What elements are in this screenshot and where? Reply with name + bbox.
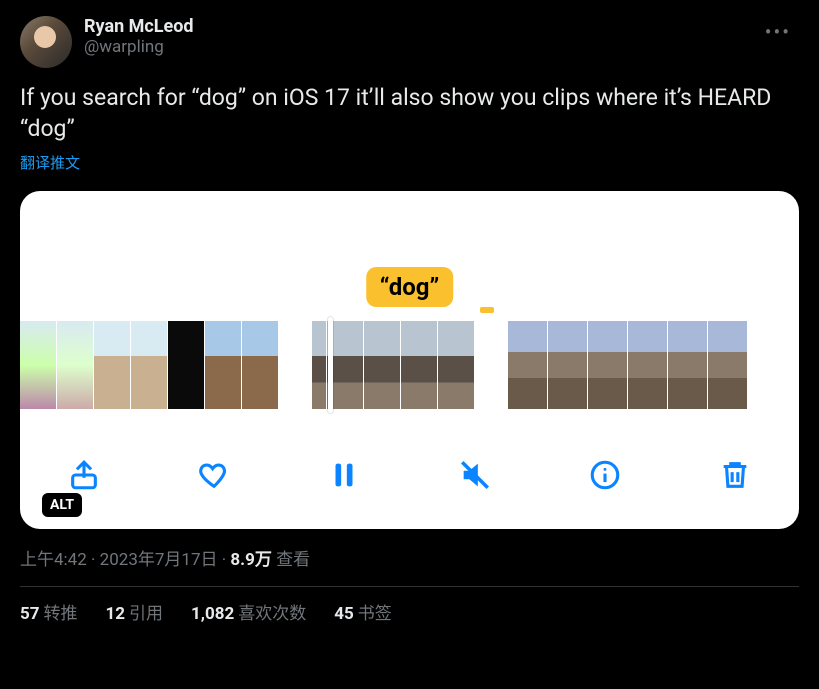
info-icon[interactable]: [585, 455, 625, 495]
video-frame: [628, 321, 667, 409]
caption-bubble: “dog”: [366, 267, 454, 307]
retweets-stat[interactable]: 57转推: [20, 599, 78, 624]
video-frame: [401, 321, 437, 409]
views-label: 查看: [272, 550, 310, 570]
video-frame: [94, 321, 130, 409]
tweet-time[interactable]: 上午4:42: [20, 550, 87, 570]
views-count: 8.9万: [230, 550, 271, 570]
handle: @warpling: [84, 37, 194, 57]
video-frame: [438, 321, 474, 409]
video-frame: [508, 321, 547, 409]
more-icon[interactable]: •••: [757, 16, 799, 48]
video-frame: [131, 321, 167, 409]
likes-stat[interactable]: 1,082喜欢次数: [191, 599, 306, 624]
video-frame: [168, 321, 204, 409]
video-frame: [20, 321, 56, 409]
video-frame: [668, 321, 707, 409]
video-frame: [364, 321, 400, 409]
tweet-container: Ryan McLeod @warpling ••• If you search …: [0, 0, 819, 624]
clip-thumbnail-group[interactable]: [508, 321, 747, 409]
tweet-text: If you search for “dog” on iOS 17 it’ll …: [20, 82, 799, 144]
video-frame: [57, 321, 93, 409]
avatar[interactable]: [20, 16, 72, 68]
alt-badge[interactable]: ALT: [42, 493, 82, 517]
video-timeline[interactable]: [20, 321, 799, 409]
tweet-meta: 上午4:42 · 2023年7月17日 · 8.9万 查看: [20, 545, 799, 570]
mute-icon[interactable]: [455, 455, 495, 495]
caption-marker: [480, 307, 494, 313]
video-frame: [708, 321, 747, 409]
share-icon[interactable]: [64, 455, 104, 495]
video-frame: [242, 321, 278, 409]
display-name: Ryan McLeod: [84, 16, 194, 37]
pause-icon[interactable]: [324, 455, 364, 495]
clip-thumbnail-group[interactable]: [312, 321, 474, 409]
trash-icon[interactable]: [715, 455, 755, 495]
video-frame: [312, 321, 326, 409]
bookmarks-stat[interactable]: 45书签: [334, 599, 392, 624]
heart-icon[interactable]: [194, 455, 234, 495]
stats-row: 57转推 12引用 1,082喜欢次数 45书签: [20, 599, 799, 624]
tweet-header: Ryan McLeod @warpling •••: [20, 16, 799, 68]
clip-thumbnail-group[interactable]: [20, 321, 278, 409]
video-frame: [548, 321, 587, 409]
playhead[interactable]: [328, 317, 333, 413]
video-frame: [205, 321, 241, 409]
video-frame: [588, 321, 627, 409]
tweet-date[interactable]: 2023年7月17日: [100, 550, 218, 570]
video-toolbar: [20, 455, 799, 495]
quotes-stat[interactable]: 12引用: [106, 599, 164, 624]
author-info[interactable]: Ryan McLeod @warpling: [84, 16, 194, 57]
divider: [20, 586, 799, 587]
media-card[interactable]: “dog”: [20, 191, 799, 529]
translate-link[interactable]: 翻译推文: [20, 152, 799, 173]
